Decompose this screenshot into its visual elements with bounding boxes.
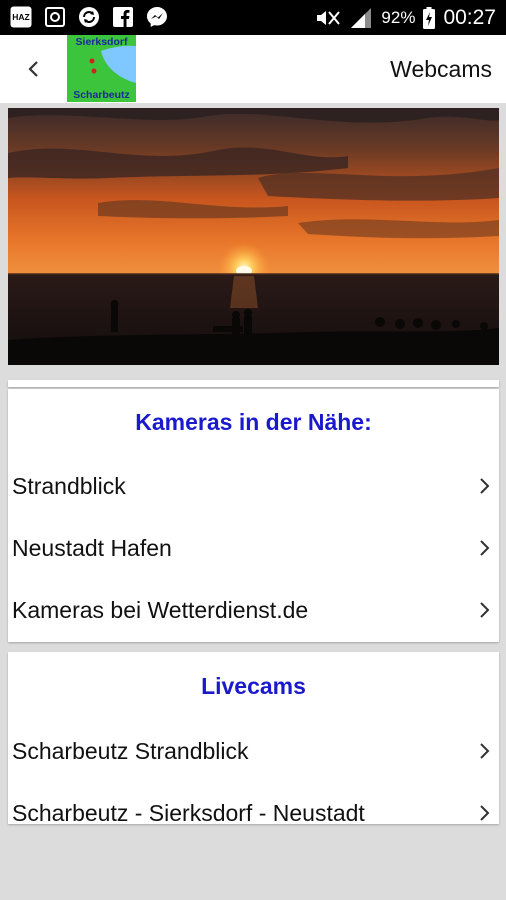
list-item-label: Kameras bei Wetterdienst.de: [12, 597, 309, 623]
battery-percent: 92%: [381, 7, 416, 27]
card-spacer: [8, 380, 499, 387]
chevron-left-icon: [28, 61, 38, 77]
list-item-strandblick[interactable]: Strandblick: [8, 455, 499, 517]
battery-icon: [423, 6, 436, 29]
notification-icons: HAZ: [10, 6, 168, 28]
nearby-cameras-card: Kameras in der Nähe: Strandblick Neustad…: [8, 389, 499, 642]
mute-icon: [317, 10, 341, 25]
chevron-right-icon: [480, 602, 490, 618]
chevron-right-icon: [480, 743, 490, 759]
livecams-card: Livecams Scharbeutz Strandblick Scharbeu…: [8, 652, 499, 824]
app-bar: Sierksdorf Scharbeutz Webcams: [0, 35, 506, 103]
list-item-neustadt-hafen[interactable]: Neustadt Hafen: [8, 517, 499, 579]
haz-icon-label: HAZ: [12, 12, 29, 22]
chevron-right-icon: [480, 478, 490, 494]
list-item-label: Scharbeutz Strandblick: [12, 738, 249, 764]
list-item-label: Scharbeutz - Sierksdorf - Neustadt: [12, 800, 365, 824]
list-item-label: Neustadt Hafen: [12, 535, 172, 561]
list-item-scharbeutz-sierksdorf-neustadt[interactable]: Scharbeutz - Sierksdorf - Neustadt: [8, 782, 499, 824]
list-item-scharbeutz-strandblick[interactable]: Scharbeutz Strandblick: [8, 720, 499, 782]
nearby-cameras-header: Kameras in der Nähe:: [135, 409, 372, 435]
signal-icon: [351, 7, 372, 28]
status-bar: HAZ 92% 00:27: [0, 0, 506, 35]
app-logo: Sierksdorf Scharbeutz: [67, 35, 136, 102]
facebook-icon: [112, 6, 134, 28]
logo-text-top: Sierksdorf: [75, 36, 128, 48]
sync-icon: [78, 6, 100, 28]
screenshot-icon: [44, 6, 66, 28]
sunset-image: [8, 108, 499, 365]
back-button[interactable]: [14, 49, 54, 89]
clock: 00:27: [443, 5, 496, 29]
haz-icon: HAZ: [10, 6, 32, 28]
logo-text-bottom: Scharbeutz: [73, 89, 130, 101]
list-item-wetterdienst[interactable]: Kameras bei Wetterdienst.de: [8, 579, 499, 641]
chevron-right-icon: [480, 540, 490, 556]
messenger-icon: [146, 6, 168, 28]
list-item-label: Strandblick: [12, 473, 126, 499]
livecams-header: Livecams: [201, 673, 306, 699]
page-title: Webcams: [390, 56, 492, 82]
chevron-right-icon: [480, 805, 490, 821]
system-status: 92% 00:27: [313, 0, 496, 35]
